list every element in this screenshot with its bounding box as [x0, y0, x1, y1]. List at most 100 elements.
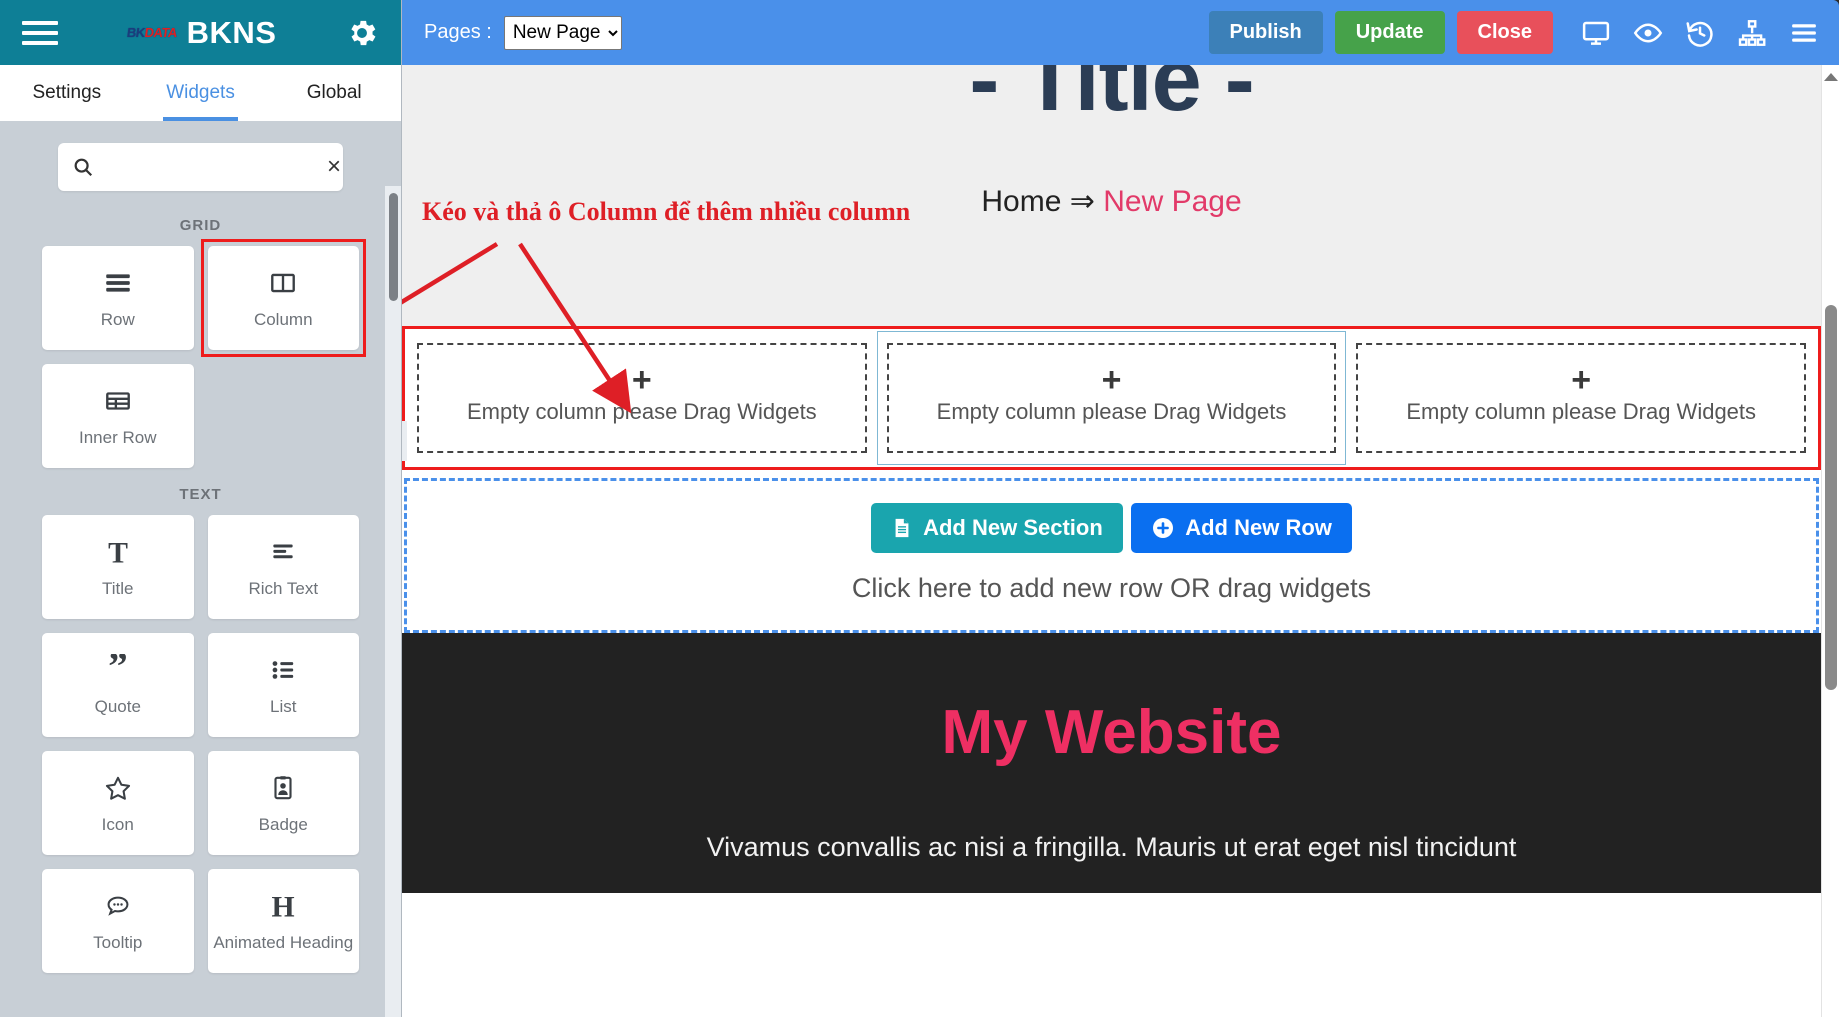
id-badge-icon: [268, 771, 298, 805]
widget-cell-column: Column: [200, 239, 366, 357]
close-button[interactable]: Close: [1456, 11, 1553, 54]
widget-inner-row[interactable]: Inner Row: [42, 364, 194, 468]
logo-data-text: DATA: [143, 25, 178, 40]
sitemap-icon[interactable]: [1735, 16, 1769, 50]
widget-animated-heading[interactable]: H Animated Heading: [207, 869, 359, 973]
topbar-icon-group: [1579, 16, 1821, 50]
widget-column[interactable]: Column: [207, 246, 359, 350]
sidebar-tabs: Settings Widgets Global: [0, 65, 401, 121]
history-revision-icon[interactable]: [1683, 16, 1717, 50]
widget-tooltip-label: Tooltip: [93, 933, 143, 952]
bkdata-logo-icon: BKDATA: [126, 25, 178, 40]
widgets-sidebar: BKDATA BKNS Settings Widgets Global × GR…: [0, 0, 402, 1017]
column-3-dropzone[interactable]: + Empty column please Drag Widgets: [1356, 343, 1807, 453]
brand-title: BKNS: [186, 14, 277, 50]
pages-label: Pages :: [424, 21, 492, 43]
text-widgets: T Title Rich Text ” Quote List Icon Badg…: [0, 515, 401, 973]
svg-text:T: T: [108, 537, 128, 568]
sidebar-scrollbar-thumb[interactable]: [389, 193, 398, 301]
svg-text:”: ”: [108, 654, 127, 686]
widget-icon[interactable]: Icon: [42, 751, 194, 855]
scroll-up-arrow-icon[interactable]: [1824, 71, 1838, 83]
search-box[interactable]: ×: [58, 143, 343, 191]
gear-icon[interactable]: [345, 16, 379, 50]
add-new-section-button[interactable]: Add New Section: [871, 503, 1123, 553]
menu-icon[interactable]: [1787, 16, 1821, 50]
update-button[interactable]: Update: [1334, 11, 1445, 54]
table-icon: [103, 384, 133, 418]
widget-tooltip[interactable]: Tooltip: [42, 869, 194, 973]
list-icon: [268, 653, 298, 687]
page-canvas: - Title - Home ⇒ New Page Kéo và thả ô C…: [402, 65, 1821, 1017]
group-label-grid: GRID: [179, 217, 222, 234]
group-label-text: TEXT: [179, 486, 222, 503]
widget-quote[interactable]: ” Quote: [42, 633, 194, 737]
column-1-text: Empty column please Drag Widgets: [466, 399, 817, 424]
widget-title-label: Title: [102, 579, 134, 598]
column-3[interactable]: + Empty column please Drag Widgets: [1346, 331, 1817, 465]
row-container[interactable]: ‹ + Empty column please Drag Widgets + E…: [402, 326, 1821, 470]
widget-column-label: Column: [253, 310, 313, 329]
svg-text:H: H: [272, 891, 295, 922]
publish-button[interactable]: Publish: [1208, 11, 1323, 54]
add-new-section-label: Add New Section: [923, 515, 1103, 540]
brand: BKDATA BKNS: [58, 15, 345, 51]
plus-icon: +: [631, 361, 652, 399]
widget-cell-tooltip: Tooltip: [42, 869, 194, 973]
plus-circle-icon: [1151, 516, 1175, 540]
column-2-text: Empty column please Drag Widgets: [936, 399, 1287, 424]
widget-badge[interactable]: Badge: [207, 751, 359, 855]
columns-icon: [268, 266, 298, 300]
tab-widgets[interactable]: Widgets: [134, 65, 268, 121]
widget-rich-text-label: Rich Text: [248, 579, 319, 598]
widget-badge-label: Badge: [258, 815, 308, 834]
breadcrumb-separator-icon: ⇒: [1069, 185, 1095, 218]
editor-window: BKDATA BKNS Settings Widgets Global × GR…: [0, 0, 1839, 1017]
add-new-row-button[interactable]: Add New Row: [1131, 503, 1352, 553]
plus-icon: +: [1571, 361, 1592, 399]
widget-list-scroll: × GRID Row Column Inner Row TEXT T Title…: [0, 121, 401, 1017]
column-3-text: Empty column please Drag Widgets: [1406, 399, 1757, 424]
column-1[interactable]: + Empty column please Drag Widgets: [407, 331, 877, 465]
dark-section-title: My Website: [941, 698, 1282, 767]
canvas-scrollbar-thumb[interactable]: [1825, 305, 1837, 690]
widget-icon-label: Icon: [101, 815, 134, 834]
sidebar-scroll-rail: [385, 186, 401, 1017]
widget-row[interactable]: Row: [42, 246, 194, 350]
column-2[interactable]: + Empty column please Drag Widgets: [876, 331, 1347, 465]
column-2-dropzone[interactable]: + Empty column please Drag Widgets: [886, 343, 1337, 453]
widget-quote-label: Quote: [94, 697, 141, 716]
widget-title[interactable]: T Title: [42, 515, 194, 619]
tab-settings[interactable]: Settings: [0, 65, 134, 121]
clear-search-icon[interactable]: ×: [325, 155, 343, 179]
widget-cell-title: T Title: [42, 515, 194, 619]
canvas-scrollbar[interactable]: [1821, 65, 1839, 1017]
desktop-icon[interactable]: [1579, 16, 1613, 50]
widget-cell-rich-text: Rich Text: [207, 515, 359, 619]
tab-global[interactable]: Global: [267, 65, 401, 121]
page-select[interactable]: New Page: [503, 15, 622, 50]
search-input[interactable]: [94, 157, 325, 177]
widget-cell-animated-heading: H Animated Heading: [207, 869, 359, 973]
editor-topbar: Pages : New Page Publish Update Close: [402, 0, 1839, 65]
widget-rich-text[interactable]: Rich Text: [207, 515, 359, 619]
eye-preview-icon[interactable]: [1631, 16, 1665, 50]
widget-list-label: List: [270, 697, 297, 716]
column-1-dropzone[interactable]: + Empty column please Drag Widgets: [417, 343, 867, 453]
add-dropzone[interactable]: Add New Section Add New Row Click here t…: [404, 478, 1819, 633]
widget-inner-row-label: Inner Row: [79, 428, 157, 447]
widget-list[interactable]: List: [207, 633, 359, 737]
annotation-text: Kéo và thả ô Column để thêm nhiều column: [422, 197, 911, 226]
editor-main: Pages : New Page Publish Update Close - …: [402, 0, 1839, 1017]
sidebar-header: BKDATA BKNS: [0, 0, 401, 65]
collapse-panel-handle[interactable]: ‹: [402, 421, 407, 461]
breadcrumb-home[interactable]: Home: [981, 185, 1061, 218]
widget-cell-inner-row: Inner Row: [42, 364, 194, 468]
widget-search: ×: [0, 121, 401, 199]
add-dropzone-hint: Click here to add new row OR drag widget…: [851, 573, 1372, 603]
star-icon: [103, 771, 133, 805]
plus-icon: +: [1101, 361, 1122, 399]
hero-section: - Title - Home ⇒ New Page Kéo và thả ô C…: [402, 65, 1821, 414]
hamburger-icon[interactable]: [22, 20, 58, 45]
search-icon: [72, 156, 94, 178]
